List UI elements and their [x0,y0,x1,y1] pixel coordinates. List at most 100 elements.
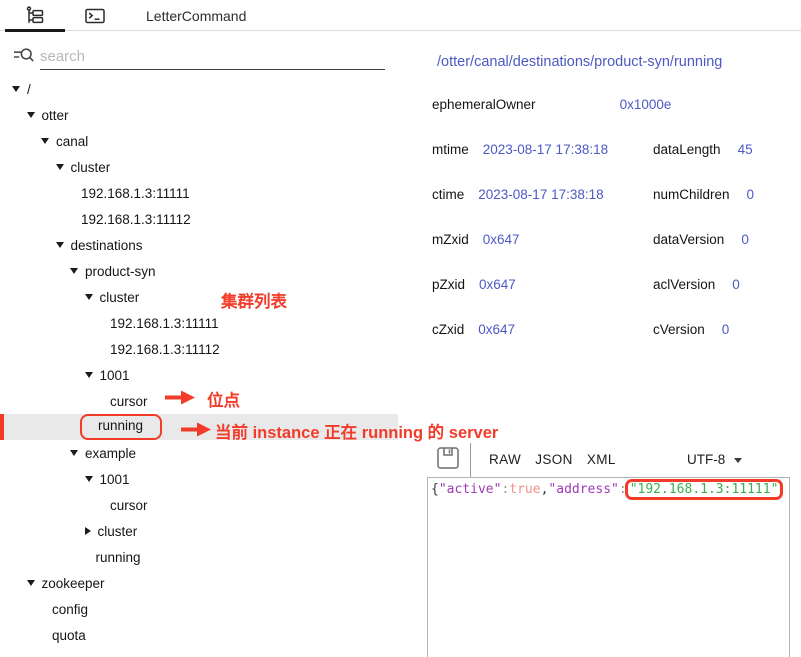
code-token-str: "192.168.1.3:11111" [630,482,779,497]
caret-down-icon[interactable] [27,580,35,586]
stat-label: ephemeralOwner [432,97,536,112]
detail-pane: /otter/canal/destinations/product-syn/ru… [428,0,801,657]
tree-node-192-168-1-3-11112[interactable]: 192.168.1.3:11112 [0,206,398,232]
caret-right-icon[interactable] [85,527,91,535]
chevron-down-icon [734,458,742,463]
stat-label: mtime [432,142,469,157]
annotation-cursor-note: 位点 [207,387,240,411]
tree-node-192-168-1-3-11111[interactable]: 192.168.1.3:11111 [0,310,398,336]
editor-toolbar: RAW JSON XML UTF-8 [428,442,801,477]
tree-node-192-168-1-3-11111[interactable]: 192.168.1.3:11111 [0,180,398,206]
arrow-icon [179,421,213,438]
tree-node-config[interactable]: config [0,596,398,622]
tree-node-1001[interactable]: 1001 [0,362,398,388]
stat-label: mZxid [432,232,469,247]
stat-label: dataLength [653,142,721,157]
caret-down-icon[interactable] [85,294,93,300]
zk-node-tree: / otter canal cluster 192.168.1.3:11111 192.1… [0,76,398,648]
tree-node-label: canal [56,134,88,149]
tree-node-destinations[interactable]: destinations [0,232,398,258]
tree-icon [25,6,45,26]
search-icon [13,46,35,66]
stat-value: 0 [747,187,755,202]
stat-value: 0x1000e [620,97,672,112]
annotation-value-highlight-box: "192.168.1.3:11111" [625,479,784,500]
tree-node-otter[interactable]: otter [0,102,398,128]
tree-node-label: otter [42,108,69,123]
stat-mZxid: mZxid 0x647 [432,232,671,250]
stat-label: numChildren [653,187,730,202]
tree-node-label: cursor [110,498,148,513]
tree-node-label: cluster [100,290,140,305]
tree-node-label: product-syn [85,264,156,279]
caret-down-icon[interactable] [56,164,64,170]
tree-node-label: zookeeper [42,576,105,591]
node-path: /otter/canal/destinations/product-syn/ru… [437,54,722,70]
caret-down-icon[interactable] [70,268,78,274]
stat-label: aclVersion [653,277,715,292]
stat-ctime: ctime 2023-08-17 17:38:18 [432,187,671,205]
format-tab-xml[interactable]: XML [587,452,616,467]
annotation-running-note: 当前 instance 正在 running 的 server [215,419,498,443]
tree-node-label: 192.168.1.3:11111 [110,316,219,331]
caret-down-icon[interactable] [85,476,93,482]
tree-node-[interactable]: / [0,76,398,102]
stat-value: 2023-08-17 17:38:18 [483,142,608,157]
tree-node-192-168-1-3-11112[interactable]: 192.168.1.3:11112 [0,336,398,362]
tree-node-label: running [80,414,162,440]
caret-down-icon[interactable] [56,242,64,248]
toolbar-divider [470,443,471,477]
stat-label: dataVersion [653,232,724,247]
tree-node-label: 192.168.1.3:11112 [81,212,191,227]
caret-down-icon[interactable] [85,372,93,378]
tree-node-label: example [85,446,136,461]
tree-node-cluster[interactable]: cluster [0,284,398,310]
stat-label: cZxid [432,322,464,337]
caret-down-icon[interactable] [70,450,78,456]
tree-node-cursor[interactable]: cursor [0,388,398,414]
tree-node-label: 1001 [100,368,130,383]
stat-value: 0x647 [478,322,515,337]
tree-node-quota[interactable]: quota [0,622,398,648]
search-input[interactable] [40,44,385,70]
tree-node-cursor[interactable]: cursor [0,492,398,518]
save-icon[interactable] [436,446,460,470]
format-tabs: RAW JSON XML [489,452,616,467]
tree-node-product-syn[interactable]: product-syn [0,258,398,284]
caret-down-icon[interactable] [27,112,35,118]
tree-node-running[interactable]: running [0,544,398,570]
stat-ephemeralOwner: ephemeralOwner 0x1000e [432,97,671,115]
code-line: {"active":true,"address":"192.168.1.3:11… [431,481,789,499]
tab-terminal[interactable] [75,0,115,31]
tree-node-label: config [52,602,88,617]
encoding-label: UTF-8 [687,452,725,467]
code-token-key: "address" [548,482,618,497]
format-tab-raw[interactable]: RAW [489,452,521,467]
stat-value: 0x647 [483,232,520,247]
tree-node-label: cursor [110,394,148,409]
stat-numChildren: numChildren 0 [653,187,754,205]
tree-node-1001[interactable]: 1001 [0,466,398,492]
stat-mtime: mtime 2023-08-17 17:38:18 [432,142,671,160]
encoding-select[interactable]: UTF-8 [687,452,742,467]
tree-node-canal[interactable]: canal [0,128,398,154]
stat-label: ctime [432,187,464,202]
format-tab-json[interactable]: JSON [535,452,573,467]
tree-node-cluster[interactable]: cluster [0,154,398,180]
terminal-icon [85,7,105,25]
caret-down-icon[interactable] [41,138,49,144]
stat-value: 45 [738,142,753,157]
stat-aclVersion: aclVersion0 [653,277,754,295]
tab-tree-view[interactable] [5,0,65,31]
tree-node-label: 1001 [100,472,130,487]
tree-node-zookeeper[interactable]: zookeeper [0,570,398,596]
tree-node-example[interactable]: example [0,440,398,466]
app-window: LetterCommand /ottercanalcluster192.168.… [0,0,801,657]
tree-node-cluster[interactable]: cluster [0,518,398,544]
caret-down-icon[interactable] [12,86,20,92]
stat-label: cVersion [653,322,705,337]
tree-node-label: 192.168.1.3:11111 [81,186,190,201]
stat-value: 2023-08-17 17:38:18 [478,187,603,202]
tree-node-label: cluster [98,524,138,539]
node-data-editor[interactable]: {"active":true,"address":"192.168.1.3:11… [427,477,790,657]
